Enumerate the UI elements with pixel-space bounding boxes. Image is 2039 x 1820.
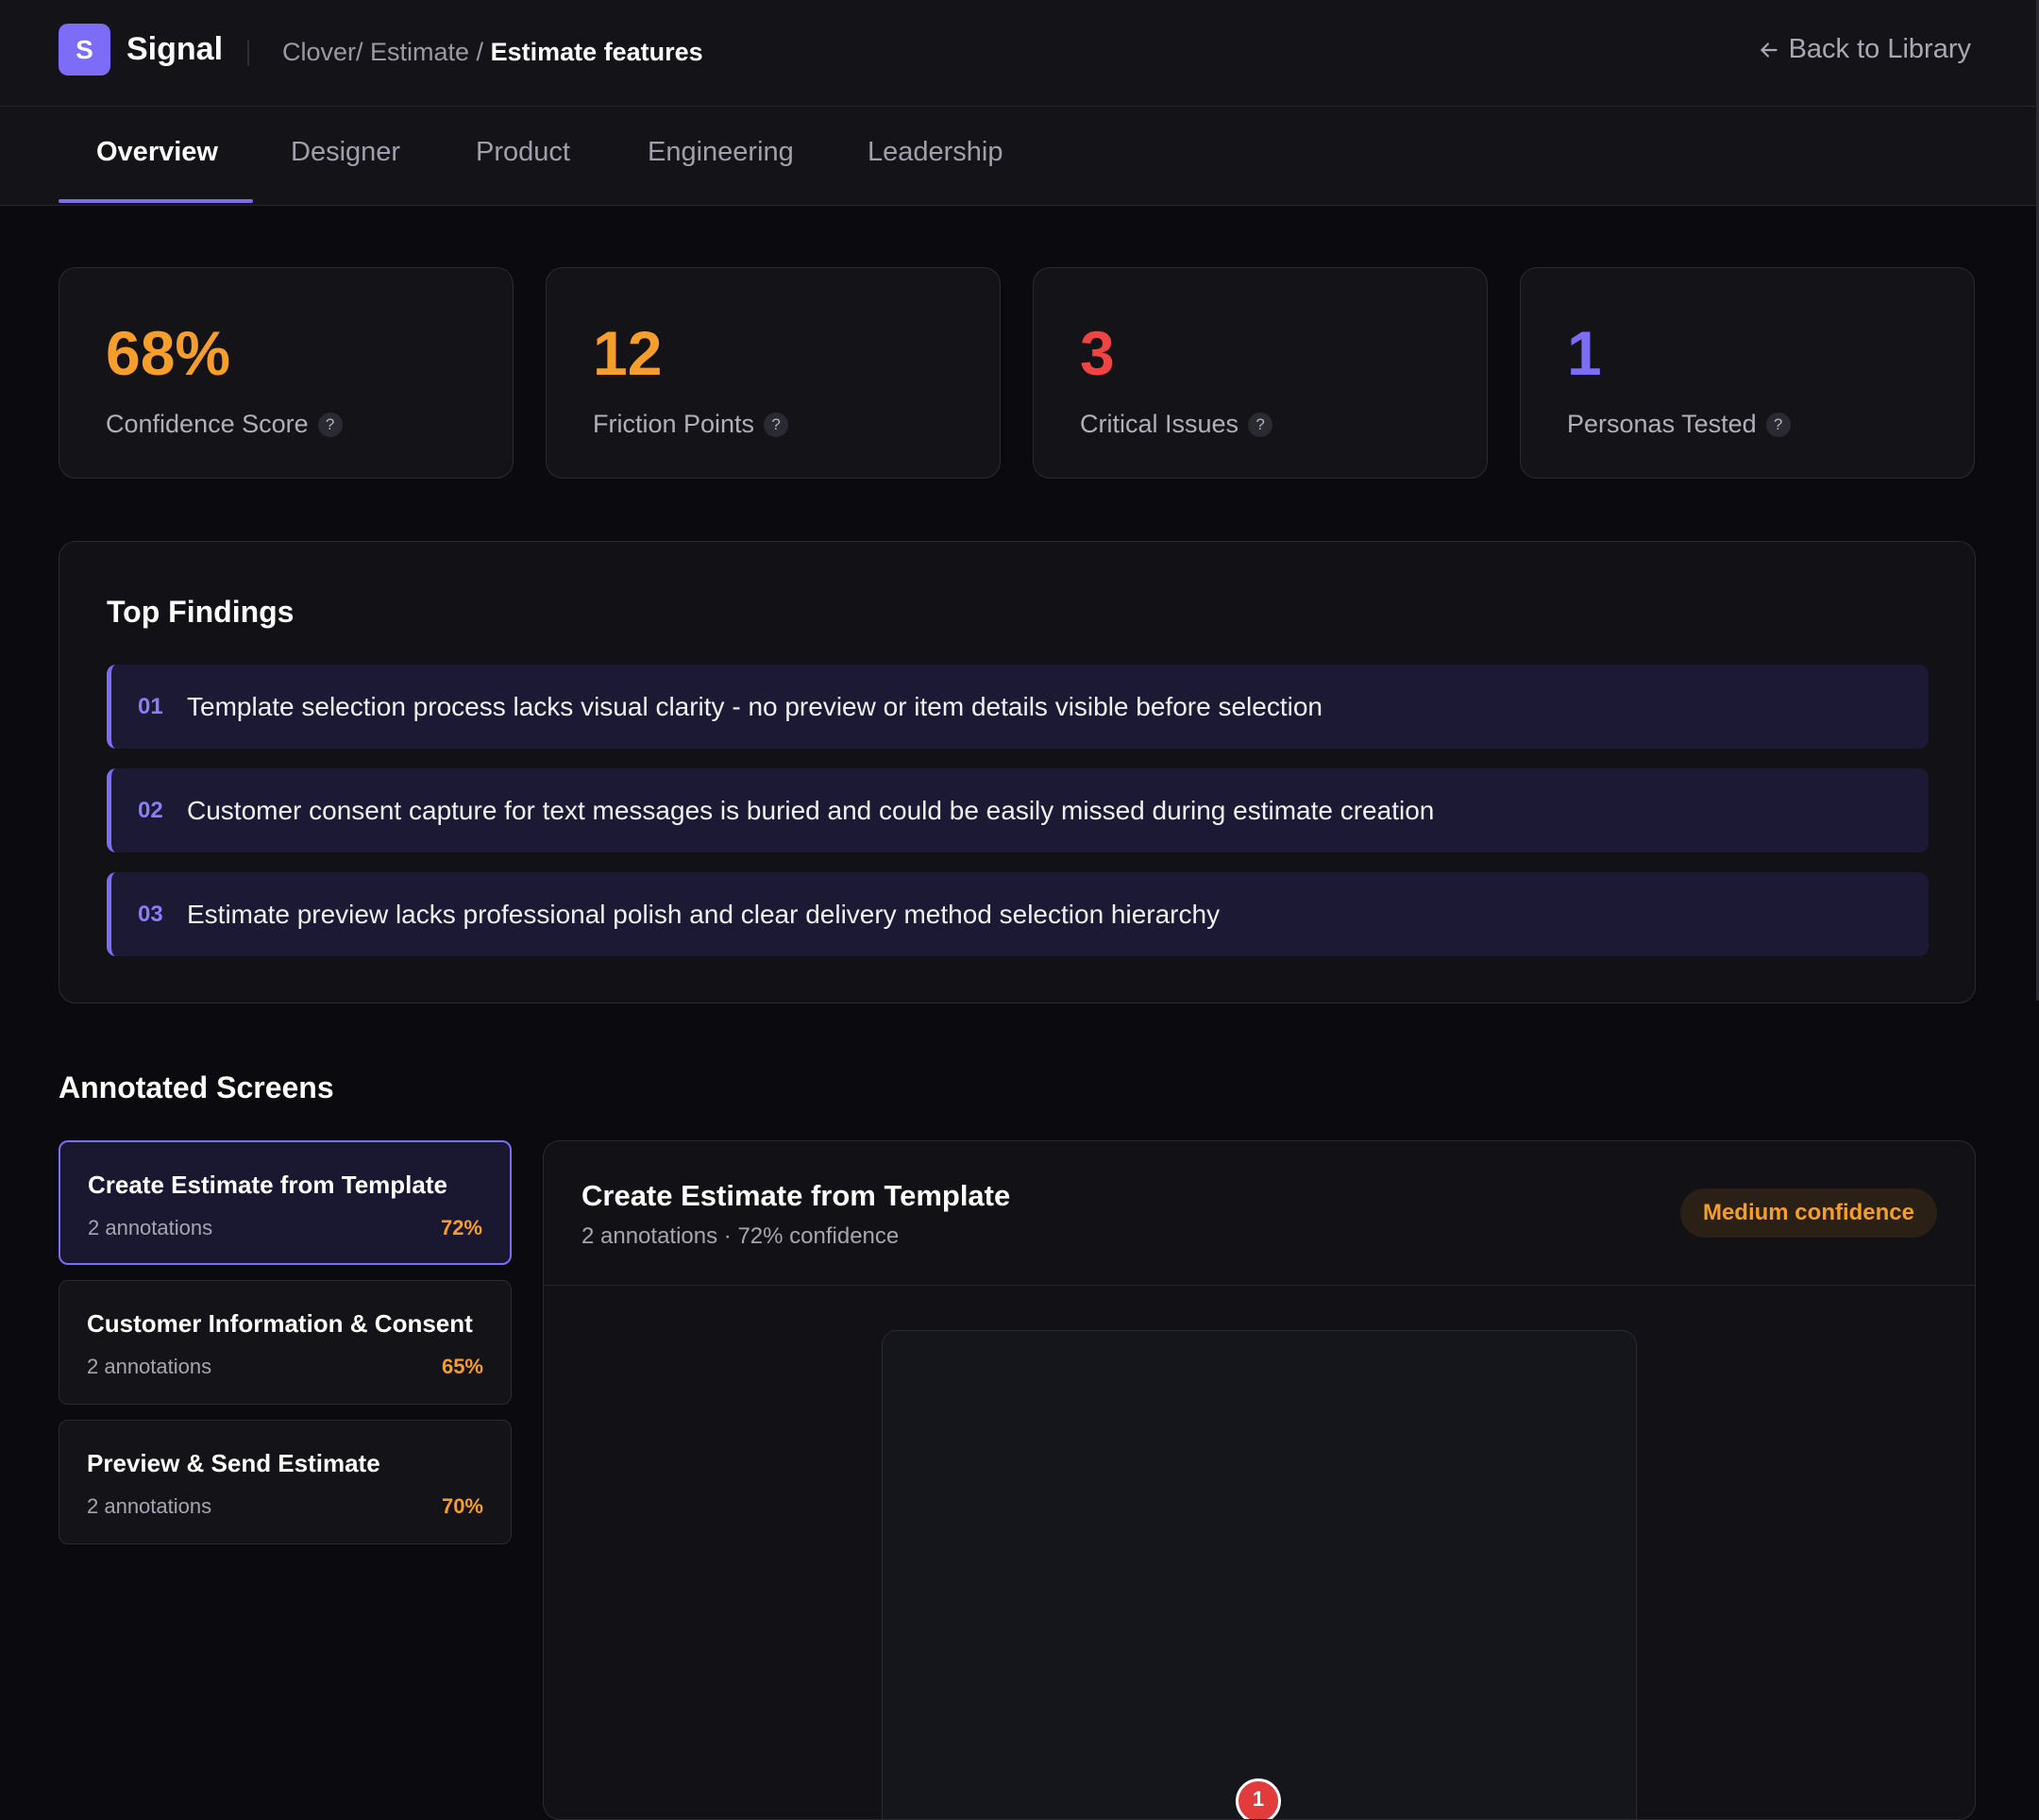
active-tab-indicator [59,199,253,203]
help-icon[interactable]: ? [764,412,789,437]
screen-name: Preview & Send Estimate [87,1449,380,1477]
breadcrumb-current: Estimate features [490,38,703,66]
breadcrumb-path[interactable]: Clover/ Estimate / [282,38,491,66]
confidence-badge: Medium confidence [1679,1188,1937,1238]
stat-value: 3 [1080,318,1115,388]
top-findings-panel: Top Findings 01 Template selection proce… [59,541,1976,1003]
annotated-screens-title: Annotated Screens [59,1070,334,1104]
tab-leadership[interactable]: Leadership [868,137,1003,168]
screen-annotation-count: 2 annotations [88,1216,213,1239]
tab-designer[interactable]: Designer [291,137,400,168]
screen-name: Customer Information & Consent [87,1309,473,1338]
breadcrumb: Clover/ Estimate / Estimate features [282,38,703,67]
screen-confidence: 65% [441,1355,483,1378]
finding-number: 01 [138,693,163,719]
stat-label: Confidence Score [106,410,309,438]
finding-text: Template selection process lacks visual … [187,691,1323,721]
screen-card-preview-send[interactable]: Preview & Send Estimate 2 annotations 70… [59,1420,512,1544]
stat-card-personas-tested: 1 Personas Tested? [1520,267,1975,479]
back-to-library-link[interactable]: Back to Library [1757,34,1971,65]
stat-value: 68% [106,318,231,388]
header-divider [247,40,249,66]
finding-number: 03 [138,901,163,927]
screen-detail-title: Create Estimate from Template [581,1179,1011,1212]
finding-text: Estimate preview lacks professional poli… [187,899,1221,929]
stat-label-row: Confidence Score? [106,410,343,439]
app-logo[interactable]: S [59,24,110,76]
screen-detail-panel: Create Estimate from Template 2 annotati… [543,1140,1976,1820]
screen-annotation-count: 2 annotations [87,1355,212,1378]
tab-overview[interactable]: Overview [96,137,218,168]
screen-card-create-estimate[interactable]: Create Estimate from Template 2 annotati… [59,1140,512,1265]
stat-label: Friction Points [593,410,755,438]
app-header: S Signal Clover/ Estimate / Estimate fea… [0,0,2037,107]
finding-item[interactable]: 02 Customer consent capture for text mes… [107,768,1929,852]
stat-label-row: Critical Issues? [1080,410,1273,439]
help-icon[interactable]: ? [317,412,343,437]
stat-value: 12 [593,318,663,388]
screen-annotation-count: 2 annotations [87,1494,212,1518]
stat-label-row: Personas Tested? [1567,410,1791,439]
screen-name: Create Estimate from Template [88,1171,447,1199]
tab-bar: Overview Designer Product Engineering Le… [0,107,2037,206]
stat-card-friction-points: 12 Friction Points? [546,267,1001,479]
finding-item[interactable]: 01 Template selection process lacks visu… [107,665,1929,749]
screen-confidence: 72% [440,1216,482,1239]
stat-label: Personas Tested [1567,410,1757,438]
finding-number: 02 [138,797,163,823]
stat-card-critical-issues: 3 Critical Issues? [1033,267,1488,479]
help-icon[interactable]: ? [1248,412,1273,437]
screen-detail-subtitle: 2 annotations · 72% confidence [581,1223,900,1249]
top-findings-title: Top Findings [107,595,295,629]
finding-item[interactable]: 03 Estimate preview lacks professional p… [107,872,1929,956]
screen-card-customer-information[interactable]: Customer Information & Consent 2 annotat… [59,1280,512,1405]
annotation-marker[interactable]: 1 [1236,1778,1281,1819]
stat-card-confidence-score: 68% Confidence Score? [59,267,514,479]
arrow-left-icon [1760,42,1778,58]
help-icon[interactable]: ? [1765,412,1791,437]
finding-text: Customer consent capture for text messag… [187,795,1435,825]
tab-engineering[interactable]: Engineering [648,137,794,168]
stat-label: Critical Issues [1080,410,1239,438]
stat-value: 1 [1567,318,1602,388]
screen-preview-frame [882,1330,1637,1819]
stat-label-row: Friction Points? [593,410,789,439]
app-name: Signal [126,31,224,67]
back-to-library-label: Back to Library [1788,34,1971,64]
screen-detail-header: Create Estimate from Template 2 annotati… [544,1141,1975,1286]
tab-product[interactable]: Product [476,137,570,168]
screen-confidence: 70% [441,1494,483,1518]
